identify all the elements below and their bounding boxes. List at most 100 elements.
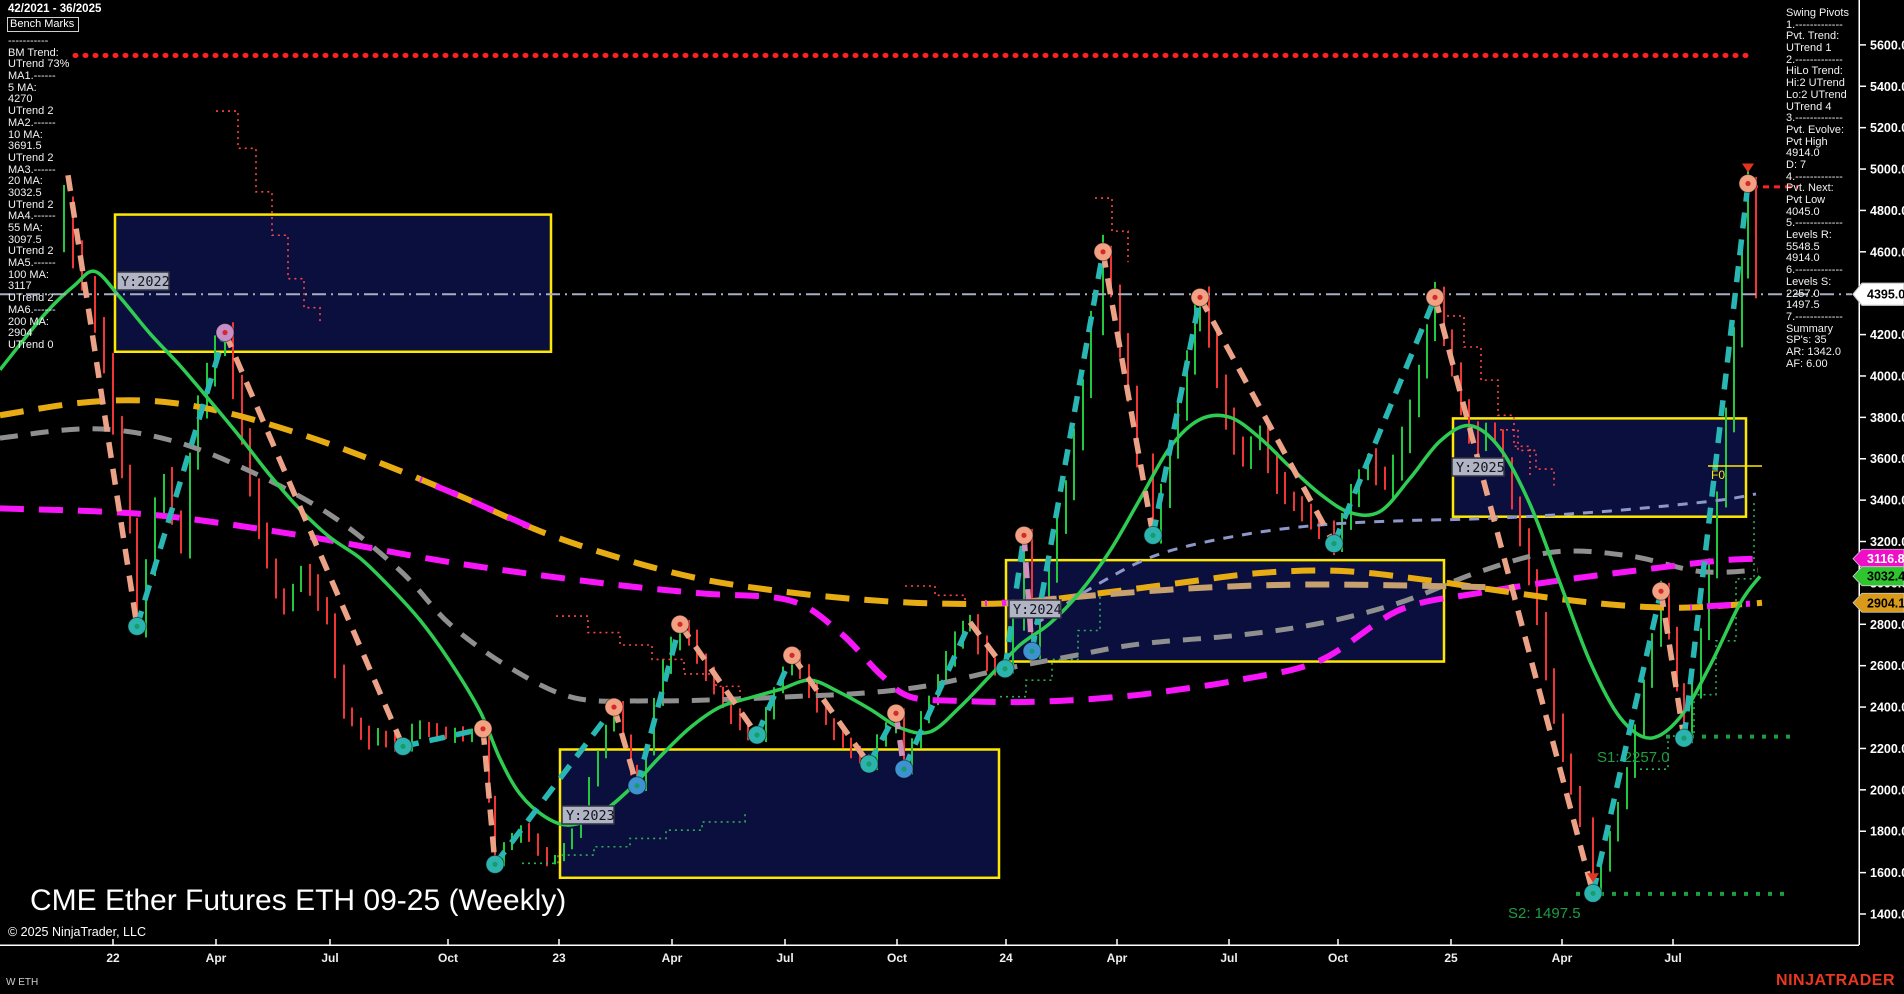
pivot-inner-dot (1745, 180, 1751, 187)
price-tick-label: 2600.0 (1870, 659, 1904, 673)
time-tick-label[interactable]: Apr (206, 951, 227, 965)
year-label: Y:2022 (121, 274, 170, 290)
time-tick-label[interactable]: Apr (662, 951, 683, 965)
chart-title: CME Ether Futures ETH 09-25 (Weekly) (30, 884, 567, 917)
current-price-marker-label: 4395.0 (1867, 288, 1904, 302)
time-tick-label[interactable]: 22 (106, 951, 120, 965)
time-tick-label[interactable]: Jul (1220, 951, 1237, 965)
time-tick-label[interactable]: Jul (1664, 951, 1681, 965)
swing-up-segment (1150, 296, 1203, 536)
time-tick-label[interactable]: Oct (1328, 951, 1348, 965)
copyright-label: © 2025 NinjaTrader, LLC (8, 925, 146, 939)
pivot-inner-dot (677, 621, 683, 627)
pivot-inner-dot (1002, 666, 1008, 672)
pivot-inner-dot (222, 329, 228, 336)
ma-price-marker-label: 3032.4 (1867, 570, 1904, 584)
legend-line: MA2.------ (8, 116, 56, 129)
session-range-label: 42/2021 - 36/2025 (8, 3, 102, 15)
swing-up-segment (134, 331, 228, 628)
time-tick-label[interactable]: 24 (999, 951, 1013, 965)
swing-down-segment (789, 653, 872, 766)
pivot-inner-dot (611, 704, 617, 710)
price-tick-label: 4800.0 (1870, 204, 1904, 218)
price-tick-label: 5600.0 (1870, 38, 1904, 52)
bench-marks-legend: ----------- BM Trend: UTrend 73% MA1.------… (8, 35, 69, 352)
time-tick-label[interactable]: Jul (321, 951, 338, 965)
time-tick-label[interactable]: Oct (887, 951, 907, 965)
ma-20-line (0, 269, 1762, 827)
pivot-inner-dot (1590, 890, 1596, 896)
price-chart-canvas[interactable]: S1: 2257.0 S2: 1497.5 F0 Y:2022 Y:2023 Y:2024… (0, 0, 1904, 994)
pivot-inner-dot (1432, 294, 1438, 300)
year-label: Y:2024 (1013, 602, 1062, 618)
legend-line: AR: 1342.0 (1786, 345, 1842, 358)
year-label: Y:2023 (566, 808, 615, 824)
pivot-inner-dot (1197, 294, 1203, 300)
price-tick-label: 1600.0 (1870, 866, 1904, 880)
pivot-inner-dot (1331, 540, 1337, 547)
pivot-inner-dot (1021, 532, 1027, 538)
time-tick-label[interactable]: Apr (1552, 951, 1573, 965)
ma-200-trend-color-segment (418, 476, 532, 530)
pivot-inner-dot (1681, 735, 1687, 741)
price-tick-label: 2800.0 (1870, 618, 1904, 632)
ninjatrader-logo: NINJATRADER (1776, 972, 1895, 989)
time-tick-label[interactable]: Apr (1107, 951, 1128, 965)
swing-pivots-legend: Swing Pivots 1.------------- Pvt. Trend: UT… (1786, 7, 1849, 370)
chart-window: S1: 2257.0 S2: 1497.5 F0 Y:2022 Y:2023 Y:2024… (0, 0, 1904, 994)
price-tick-label: 1400.0 (1870, 908, 1904, 922)
ma-price-marker-label: 2904.1 (1867, 596, 1904, 610)
legend-line: UTrend 0 (8, 338, 54, 351)
price-tick-label: 5200.0 (1870, 121, 1904, 135)
pivot-inner-dot (1150, 532, 1156, 538)
legend-line: Pvt. Evolve: (1786, 123, 1845, 136)
price-tick-label: 2200.0 (1870, 742, 1904, 756)
year-label: Y:2025 (1456, 460, 1505, 476)
legend-line: MA5.------ (8, 257, 56, 270)
legend-line: ----------- (8, 35, 49, 47)
pivot-inner-dot (134, 623, 140, 629)
legend-line: AF: 6.00 (1786, 357, 1828, 370)
bench-marks-label[interactable]: Bench Marks (7, 17, 80, 32)
legend-line: Levels R: (1786, 229, 1832, 242)
price-tick-label: 5000.0 (1870, 163, 1904, 177)
legend-line: UTrend 1 (1786, 42, 1832, 55)
price-tick-label: 3200.0 (1870, 535, 1904, 549)
s1-support-label: S1: 2257.0 (1597, 749, 1670, 766)
instrument-tab-label[interactable]: W ETH (6, 977, 38, 988)
legend-line: Swing Pivots (1786, 7, 1849, 19)
pivot-inner-dot (1029, 648, 1035, 654)
green-step-trail (1640, 500, 1755, 770)
price-tick-label: 3600.0 (1870, 452, 1904, 466)
red-step-trail (556, 615, 741, 700)
pivot-alert-arrow (1742, 163, 1754, 173)
ma-price-marker-label: 3116.8 (1867, 552, 1904, 566)
legend-line: MA6.------ (8, 303, 56, 316)
price-tick-label: 4200.0 (1870, 328, 1904, 342)
pivot-inner-dot (480, 726, 486, 732)
pivot-inner-dot (866, 761, 872, 767)
swing-down-segment (1197, 296, 1337, 545)
pivot-inner-dot (492, 861, 498, 867)
price-tick-label: 1800.0 (1870, 825, 1904, 839)
price-tick-label: 2400.0 (1870, 701, 1904, 715)
time-tick-label[interactable]: Jul (776, 951, 793, 965)
f0-label: F0 (1711, 468, 1725, 482)
time-tick-label[interactable]: Oct (438, 951, 458, 965)
legend-line: Pvt Low (1786, 194, 1826, 206)
legend-line: UTrend 2 (8, 151, 54, 164)
price-tick-label: 5400.0 (1870, 80, 1904, 94)
swing-down-segment (222, 331, 406, 748)
pivot-inner-dot (754, 732, 760, 738)
time-tick-label[interactable]: 23 (552, 951, 566, 965)
legend-line: MA1.------ (8, 70, 56, 83)
time-tick-label[interactable]: 25 (1444, 951, 1458, 965)
legend-line: D: 7 (1786, 158, 1807, 171)
s2-support-label: S2: 1497.5 (1508, 905, 1581, 922)
pivot-inner-dot (901, 766, 907, 772)
legend-line: Levels S: (1786, 275, 1832, 288)
legend-line: Lo:2 UTrend (1786, 88, 1847, 101)
price-tick-label: 4600.0 (1870, 245, 1904, 259)
swing-up-segment (1590, 590, 1664, 894)
legend-line: 55 MA: (8, 222, 43, 234)
